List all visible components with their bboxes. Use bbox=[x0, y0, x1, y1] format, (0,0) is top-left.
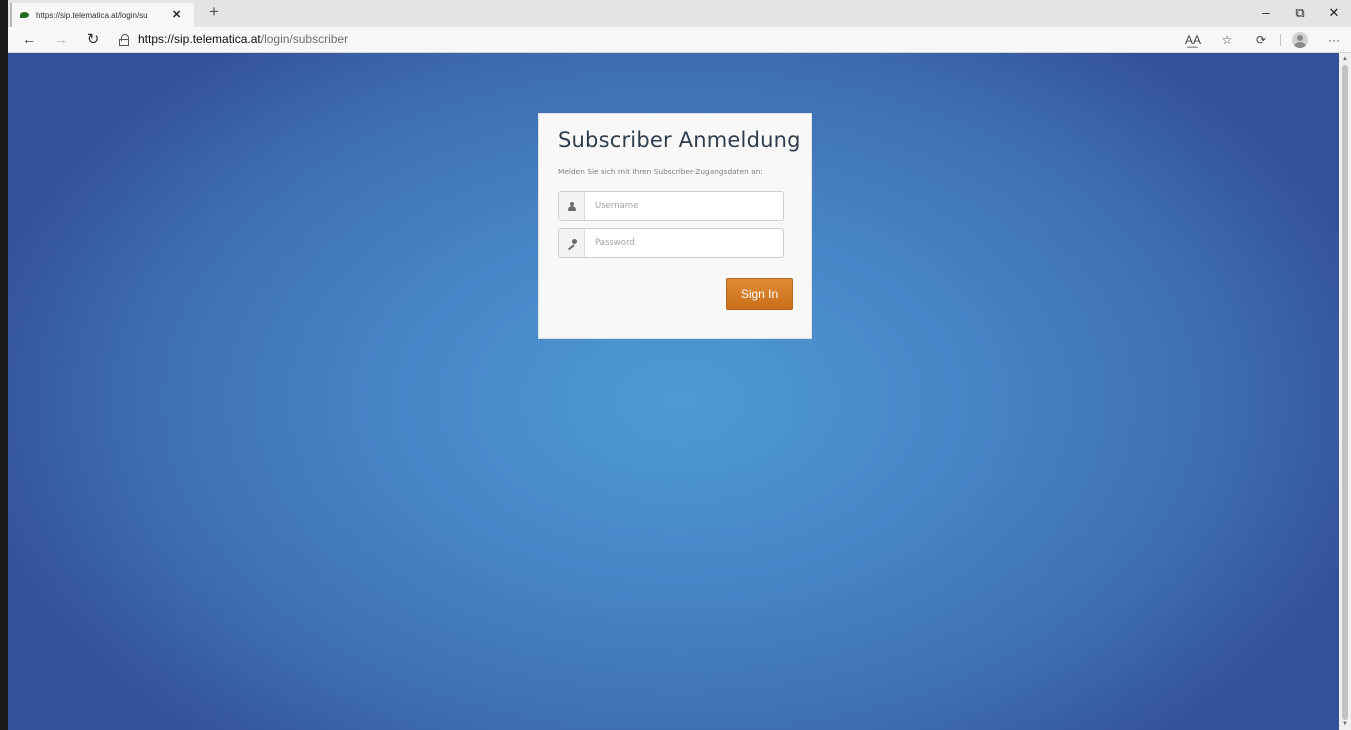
close-window-button[interactable]: ✕ bbox=[1317, 0, 1351, 27]
browser-tab-active[interactable]: https://sip.telematica.at/login/su ✕ bbox=[10, 3, 194, 27]
address-bar[interactable]: https://sip.telematica.at/login/subscrib… bbox=[138, 32, 348, 46]
tab-title: https://sip.telematica.at/login/su bbox=[36, 10, 148, 20]
username-addon bbox=[559, 192, 585, 220]
lock-icon[interactable] bbox=[119, 34, 129, 46]
reload-button[interactable]: ↻ bbox=[83, 30, 103, 50]
url-path: /login/subscriber bbox=[260, 32, 349, 46]
key-icon bbox=[567, 238, 577, 248]
login-title: Subscriber Anmeldung bbox=[558, 128, 801, 152]
scroll-thumb[interactable] bbox=[1342, 65, 1348, 720]
minimize-button[interactable]: – bbox=[1249, 0, 1283, 27]
back-button[interactable]: ← bbox=[19, 30, 39, 50]
sync-icon[interactable]: ⟳ bbox=[1250, 29, 1272, 51]
more-menu-icon[interactable]: ··· bbox=[1323, 29, 1345, 51]
username-input[interactable] bbox=[585, 192, 783, 220]
password-group bbox=[558, 228, 784, 258]
username-group bbox=[558, 191, 784, 221]
toolbar-actions: A͟A ☆ ⟳ ··· bbox=[1176, 27, 1351, 53]
user-icon bbox=[567, 201, 576, 211]
window-border bbox=[0, 0, 8, 730]
tab-close-icon[interactable]: ✕ bbox=[172, 9, 181, 21]
browser-toolbar: ← → ↻ https://sip.telematica.at/login/su… bbox=[8, 27, 1351, 53]
toolbar-divider bbox=[1280, 34, 1281, 46]
page-viewport: Subscriber Anmeldung Melden Sie sich mit… bbox=[8, 53, 1339, 730]
scroll-up-icon[interactable]: ▲ bbox=[1341, 55, 1349, 63]
page-scrollbar[interactable]: ▲ ▼ bbox=[1339, 53, 1351, 730]
favorite-star-icon[interactable]: ☆ bbox=[1216, 29, 1238, 51]
profile-button[interactable] bbox=[1289, 29, 1311, 51]
forward-button[interactable]: → bbox=[51, 30, 71, 50]
restore-button[interactable]: ⧉ bbox=[1283, 0, 1317, 27]
login-card: Subscriber Anmeldung Melden Sie sich mit… bbox=[538, 113, 812, 339]
window-controls: – ⧉ ✕ bbox=[1249, 0, 1351, 27]
sign-in-button[interactable]: Sign In bbox=[726, 278, 793, 310]
tab-strip: https://sip.telematica.at/login/su ✕ + –… bbox=[8, 0, 1351, 27]
login-subtitle: Melden Sie sich mit Ihren Subscriber-Zug… bbox=[558, 167, 763, 176]
new-tab-button[interactable]: + bbox=[204, 3, 224, 23]
scroll-down-icon[interactable]: ▼ bbox=[1341, 720, 1349, 728]
profile-avatar-icon bbox=[1292, 32, 1308, 48]
password-input[interactable] bbox=[585, 229, 783, 257]
site-favicon-icon bbox=[20, 12, 29, 18]
url-host: https://sip.telematica.at bbox=[138, 32, 261, 46]
password-addon bbox=[559, 229, 585, 257]
read-aloud-icon[interactable]: A͟A bbox=[1182, 29, 1204, 51]
